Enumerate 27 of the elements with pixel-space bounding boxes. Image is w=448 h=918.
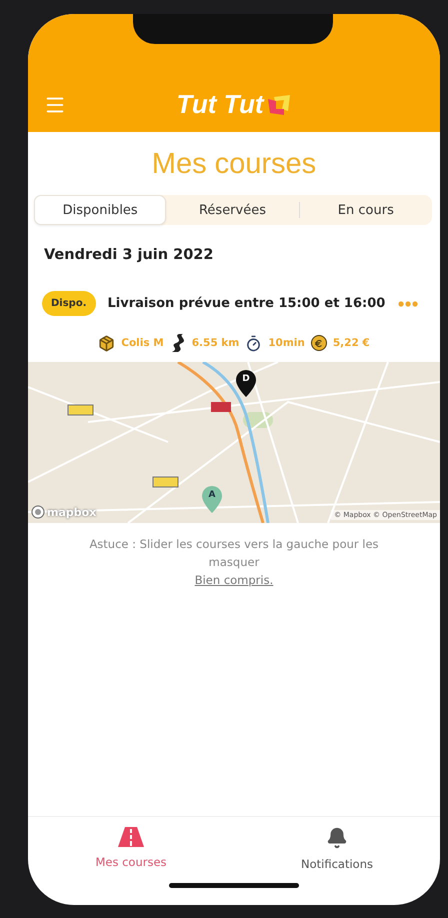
tab[interactable]: En cours [300, 195, 432, 225]
more-icon[interactable] [398, 300, 418, 306]
road-icon [118, 827, 144, 847]
nav-tab[interactable]: Mes courses [28, 817, 234, 883]
tip-text: Astuce : Slider les courses vers la gauche pour les masquer [88, 536, 380, 571]
stat-value: 6.55 km [192, 337, 240, 349]
stat-value: Colis M [121, 337, 164, 349]
delivery-title: Livraison prévue entre 15:00 et 16:00 [108, 296, 386, 311]
date-heading: Vendredi 3 juin 2022 [44, 247, 214, 263]
bell-icon [326, 827, 348, 849]
app-logo-text: Tut Tut [176, 89, 264, 120]
road-icon [170, 334, 186, 352]
tab[interactable]: Réservées [166, 195, 299, 225]
map-pin: D [236, 370, 256, 397]
page-title: Mes courses [150, 148, 318, 181]
parcel-icon [98, 334, 116, 352]
euro-coin-icon [310, 335, 327, 351]
dismiss-link[interactable]: Bien compris. [194, 573, 274, 587]
stat-value: 10min [268, 337, 305, 349]
map-logo-text: mapbox [47, 506, 96, 518]
stopwatch-icon [245, 334, 262, 352]
logo-mark-icon [268, 94, 292, 114]
tab[interactable]: Disponibles [34, 195, 166, 225]
nav-tab[interactable]: Notifications [234, 817, 440, 883]
stat-value: 5,22 € [332, 337, 370, 349]
status-badge: Dispo. [42, 291, 96, 316]
map-pin: A [202, 486, 222, 513]
